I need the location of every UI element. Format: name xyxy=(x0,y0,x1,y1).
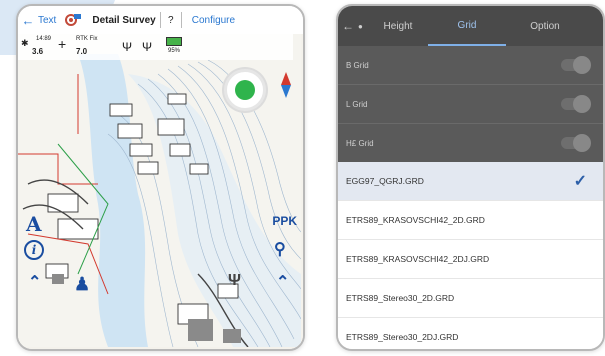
checkmark-icon: ✓ xyxy=(573,173,587,190)
tab-option[interactable]: Option xyxy=(506,6,584,46)
page-title: Detail Survey xyxy=(92,14,156,26)
list-item[interactable]: EGG97_QGRJ.GRD ✓ xyxy=(338,162,603,201)
toggle-switch[interactable] xyxy=(561,134,591,152)
radio-status: Ψ Ψ xyxy=(116,34,164,60)
grid-toggle-label: H£ Grid xyxy=(346,138,374,148)
grid-file-list: EGG97_QGRJ.GRD ✓ ETRS89_KRASOVSCHI42_2D.… xyxy=(338,162,603,349)
grid-file-name: ETRS89_Stereo30_2D.GRD xyxy=(346,293,455,303)
battery-icon xyxy=(166,37,182,46)
help-button[interactable]: ? xyxy=(165,15,177,26)
grid-toggle-label: B Grid xyxy=(346,60,369,70)
gps-position-indicator[interactable] xyxy=(224,69,266,111)
back-arrow-icon[interactable]: ← xyxy=(338,19,358,33)
toggle-switch[interactable] xyxy=(561,95,591,113)
back-arrow-icon[interactable]: ← xyxy=(18,13,38,28)
battery-percent: 95% xyxy=(168,48,181,54)
text-button[interactable]: Text xyxy=(38,15,56,26)
tab-height-label: Height xyxy=(383,20,413,32)
antenna-icon: Ψ xyxy=(142,40,153,54)
gear-icon[interactable] xyxy=(60,13,82,27)
list-item[interactable]: ETRS89_Stereo30_2D.GRD xyxy=(338,279,603,318)
grid-file-name: ETRS89_KRASOVSCHI42_2DJ.GRD xyxy=(346,254,490,264)
list-item[interactable]: H£ Grid xyxy=(338,124,603,163)
grid-toggle-list: B Grid L Grid H£ Grid xyxy=(338,46,603,163)
antenna-icon[interactable]: Ψ xyxy=(228,272,241,290)
survey-phone-screen: ← Text Detail Survey ? Configure ✱ 14:89… xyxy=(16,4,305,351)
list-item[interactable]: L Grid xyxy=(338,85,603,124)
battery-status: 95% xyxy=(164,34,204,60)
gnss-status-bar: ✱ 14:89 3.6 + RTK Fix 7.0 Ψ Ψ 95% xyxy=(18,34,293,60)
dot-icon: ● xyxy=(358,21,363,31)
configure-button[interactable]: Configure xyxy=(192,15,235,26)
tab-grid[interactable]: Grid xyxy=(428,6,506,46)
survey-toolbar: ← Text Detail Survey ? Configure xyxy=(18,6,303,35)
rtk-value: 7.0 xyxy=(76,47,88,56)
list-item[interactable]: ETRS89_KRASOVSCHI42_2DJ.GRD xyxy=(338,240,603,279)
survey-map[interactable]: ✱ 14:89 3.6 + RTK Fix 7.0 Ψ Ψ 95% A i ⌃ … xyxy=(18,34,303,349)
list-item[interactable]: B Grid xyxy=(338,46,603,85)
expand-up-icon[interactable]: ⌃ xyxy=(28,272,41,292)
toolbar-divider xyxy=(180,12,182,28)
grid-file-name: EGG97_QGRJ.GRD xyxy=(346,176,424,186)
tab-option-label: Option xyxy=(530,20,560,32)
antenna-icon: Ψ xyxy=(122,40,133,54)
status-value-small: 14:89 xyxy=(36,36,52,42)
pole-icon[interactable]: ♟ xyxy=(74,274,90,295)
list-item[interactable]: ETRS89_KRASOVSCHI42_2D.GRD xyxy=(338,201,603,240)
info-icon[interactable]: i xyxy=(24,240,44,260)
rtk-fix-label: RTK Fix xyxy=(76,36,98,42)
tab-height[interactable]: Height xyxy=(368,6,428,46)
status-value-large: 3.6 xyxy=(32,47,44,56)
toggle-switch[interactable] xyxy=(561,56,591,74)
location-pin-icon[interactable]: ⚲ xyxy=(274,239,286,259)
grid-toggle-label: L Grid xyxy=(346,99,368,109)
gps-fix-dot xyxy=(235,80,255,100)
toolbar-divider xyxy=(159,12,161,28)
settings-tab-bar: ← ● Height Grid Option xyxy=(338,6,603,46)
text-tool-icon[interactable]: A xyxy=(26,212,42,236)
grid-file-name: ETRS89_KRASOVSCHI42_2D.GRD xyxy=(346,215,485,225)
position-status: ✱ 14:89 3.6 xyxy=(18,34,54,60)
rtk-status: + RTK Fix 7.0 xyxy=(54,34,116,60)
ppk-button[interactable]: PPK xyxy=(272,214,297,228)
compass-icon[interactable] xyxy=(280,72,292,98)
satellite-icon: ✱ xyxy=(21,38,29,48)
tab-grid-label: Grid xyxy=(457,19,477,31)
grid-file-name: ETRS89_Stereo30_2DJ.GRD xyxy=(346,332,459,342)
expand-up-icon[interactable]: ⌃ xyxy=(276,272,289,292)
crosshair-icon: + xyxy=(58,36,67,52)
list-item[interactable]: ETRS89_Stereo30_2DJ.GRD xyxy=(338,318,603,349)
grid-settings-screen: ← ● Height Grid Option B Grid L Grid H£ … xyxy=(336,4,605,351)
